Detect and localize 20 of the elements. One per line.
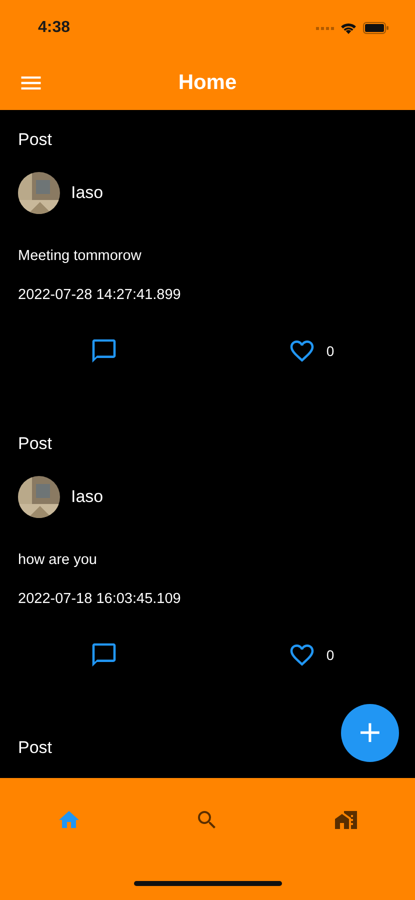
post-heading: Post (18, 738, 54, 758)
post-text: how are you (18, 551, 98, 569)
status-time: 4:38 (38, 18, 70, 36)
post-date: 2022-07-28 14:27:41.899 (18, 286, 182, 304)
like-count: 0 (326, 647, 334, 663)
post-text: Meeting tommorow (18, 247, 142, 265)
post-heading: Post (18, 434, 54, 454)
post-date: 2022-07-18 16:03:45.109 (18, 590, 182, 608)
battery-icon (363, 22, 389, 34)
screen-title: Home (178, 70, 237, 94)
wifi-icon (340, 22, 357, 34)
signal-icon (316, 26, 334, 30)
like-count: 0 (326, 343, 334, 359)
post-heading: Post (18, 130, 54, 150)
home-work-icon (334, 808, 358, 832)
author-name: Iaso (71, 487, 104, 507)
comment-icon[interactable] (90, 641, 118, 669)
comment-icon[interactable] (90, 337, 118, 365)
author-name: Iaso (71, 183, 104, 203)
add-button[interactable]: + (341, 704, 399, 762)
